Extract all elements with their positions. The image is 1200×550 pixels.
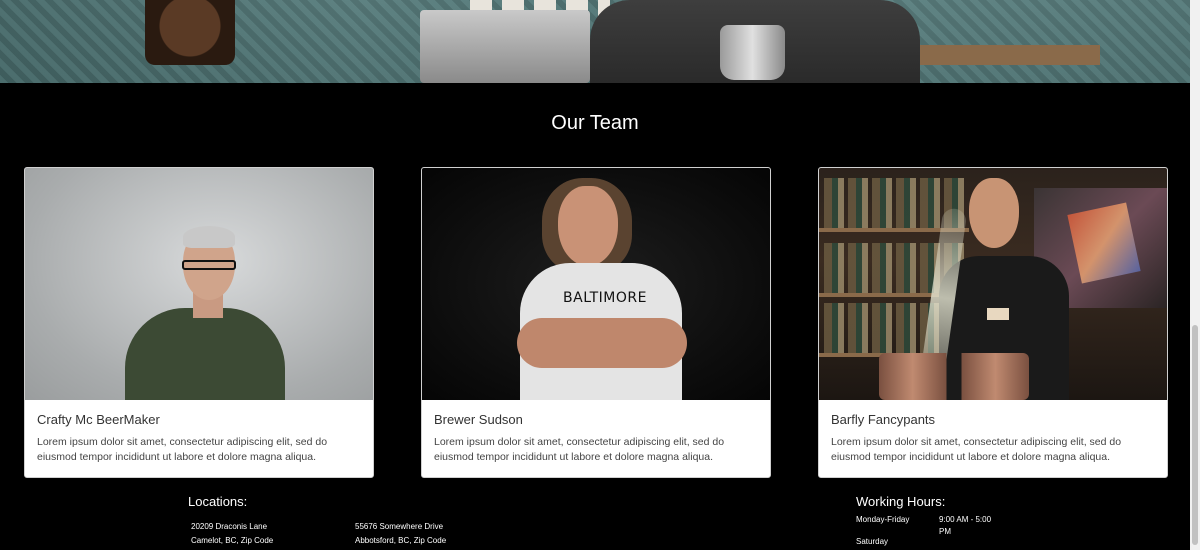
page-scrollbar[interactable]	[1190, 0, 1200, 550]
team-card: BALTIMORE Brewer Sudson Lorem ipsum dolo…	[421, 167, 771, 478]
team-member-name: Brewer Sudson	[434, 412, 523, 427]
section-title: Our Team	[551, 112, 639, 134]
scrollbar-thumb[interactable]	[1192, 325, 1198, 545]
locations-heading: Locations:	[188, 494, 248, 509]
shelf-image	[920, 45, 1100, 65]
location-street: 20209 Draconis Lane	[191, 522, 268, 531]
espresso-machine-image	[420, 10, 590, 83]
coffee-grinder-image	[145, 0, 235, 65]
team-member-description: Lorem ipsum dolor sit amet, consectetur …	[37, 436, 328, 463]
page: Our Team Crafty Mc BeerMaker Lorem ipsum…	[0, 0, 1200, 550]
team-member-name: Crafty Mc BeerMaker	[37, 412, 160, 427]
hours-time: 9:00 AM - 5:00	[939, 515, 992, 524]
team-member-photo	[819, 168, 1167, 400]
shirt-text: BALTIMORE	[563, 290, 647, 306]
hours-time-cont: PM	[939, 527, 951, 536]
location-city: Abbotsford, BC, Zip Code	[355, 536, 447, 545]
team-member-description: Lorem ipsum dolor sit amet, consectetur …	[831, 436, 1122, 463]
team-member-description: Lorem ipsum dolor sit amet, consectetur …	[434, 436, 725, 463]
team-card: Crafty Mc BeerMaker Lorem ipsum dolor si…	[24, 167, 374, 478]
hours-days: Saturday	[856, 537, 889, 546]
team-card: Barfly Fancypants Lorem ipsum dolor sit …	[818, 167, 1168, 478]
location-street: 55676 Somewhere Drive	[355, 522, 444, 531]
team-member-photo	[25, 168, 373, 400]
hours-heading: Working Hours:	[856, 494, 946, 509]
milk-pitcher-image	[720, 25, 785, 80]
location-city: Camelot, BC, Zip Code	[191, 536, 274, 545]
team-member-name: Barfly Fancypants	[831, 412, 936, 427]
hero-photo	[0, 0, 1190, 83]
hours-days: Monday-Friday	[856, 515, 910, 524]
team-member-photo: BALTIMORE	[422, 168, 770, 400]
